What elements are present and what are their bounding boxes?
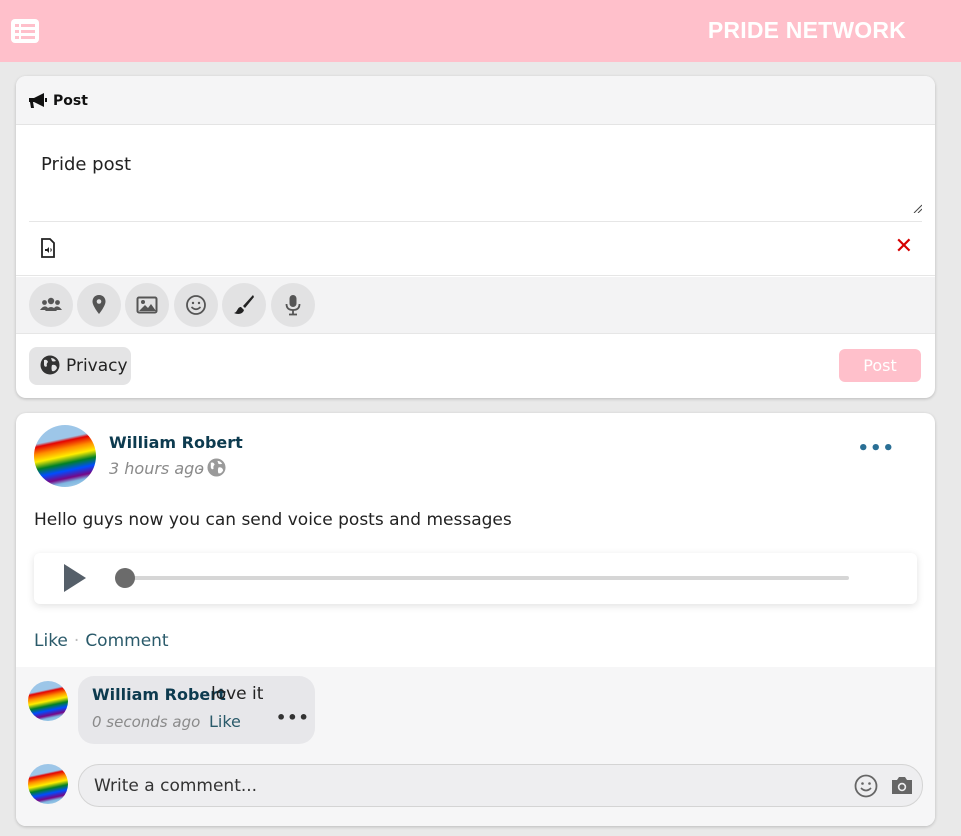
comment-avatar[interactable] — [28, 681, 68, 721]
menu-list-icon[interactable] — [11, 19, 39, 43]
post-actions: Like · Comment — [34, 631, 169, 651]
comment-text: love it — [211, 684, 264, 704]
location-icon — [92, 295, 106, 314]
comment-timestamp: 0 seconds ago — [92, 713, 201, 731]
comment-more-options-icon[interactable]: ••• — [276, 708, 310, 727]
globe-icon — [40, 355, 60, 375]
comment-author[interactable]: William Robert — [92, 685, 226, 704]
privacy-button[interactable]: Privacy — [29, 347, 131, 385]
add-location-button[interactable] — [77, 283, 121, 327]
tag-friends-button[interactable] — [29, 283, 73, 327]
write-comment-input[interactable]: Write a comment... — [78, 764, 923, 807]
current-user-avatar — [28, 764, 68, 804]
audio-file-icon — [41, 238, 55, 258]
post-text: Hello guys now you can send voice posts … — [34, 510, 512, 530]
post-more-options-icon[interactable]: ••• — [857, 438, 895, 459]
composer-header: Post — [16, 76, 935, 125]
comment-link[interactable]: Comment — [85, 631, 168, 651]
post-author[interactable]: William Robert — [109, 433, 243, 452]
resize-handle-icon[interactable] — [912, 203, 922, 213]
comment-like-link[interactable]: Like — [209, 712, 241, 731]
microphone-icon — [285, 295, 301, 316]
add-emoji-button[interactable] — [174, 283, 218, 327]
write-comment-placeholder: Write a comment... — [94, 776, 258, 796]
friends-icon — [40, 297, 62, 311]
feed-post-card: William Robert 3 hours ago - ••• Hello g… — [16, 413, 935, 826]
post-submit-button[interactable]: Post — [839, 349, 921, 382]
draw-button[interactable] — [222, 283, 266, 327]
timestamp-separator: - — [198, 459, 204, 478]
post-textarea[interactable]: Pride post — [29, 126, 922, 222]
add-image-button[interactable] — [125, 283, 169, 327]
attachment-row: ✕ — [16, 223, 935, 276]
composer-header-label: Post — [53, 93, 88, 109]
audio-progress-track[interactable] — [124, 576, 849, 580]
emoji-icon — [186, 295, 206, 315]
top-navbar: PRIDE NETWORK — [0, 0, 961, 62]
brush-icon — [234, 295, 254, 314]
post-textarea-value: Pride post — [41, 154, 132, 175]
comment-bubble: William Robert love it 0 seconds ago Lik… — [78, 676, 315, 744]
record-voice-button[interactable] — [271, 283, 315, 327]
audio-player — [34, 553, 917, 604]
avatar[interactable] — [34, 425, 96, 487]
privacy-label: Privacy — [66, 356, 128, 376]
audio-progress-knob[interactable] — [115, 568, 135, 588]
emoji-icon[interactable] — [854, 774, 878, 798]
camera-icon[interactable] — [890, 774, 914, 796]
image-icon — [136, 296, 158, 314]
actions-separator: · — [73, 631, 80, 651]
play-icon[interactable] — [64, 564, 86, 592]
public-globe-icon — [207, 458, 226, 477]
megaphone-icon — [29, 93, 47, 108]
comments-section: William Robert love it 0 seconds ago Lik… — [16, 667, 935, 826]
brand-title[interactable]: PRIDE NETWORK — [708, 17, 906, 44]
like-link[interactable]: Like — [34, 631, 68, 651]
remove-attachment-icon[interactable]: ✕ — [895, 234, 913, 259]
post-timestamp: 3 hours ago — [109, 459, 205, 478]
composer-toolbar — [16, 277, 935, 334]
post-composer: Post Pride post ✕ Privacy Post — [16, 76, 935, 398]
